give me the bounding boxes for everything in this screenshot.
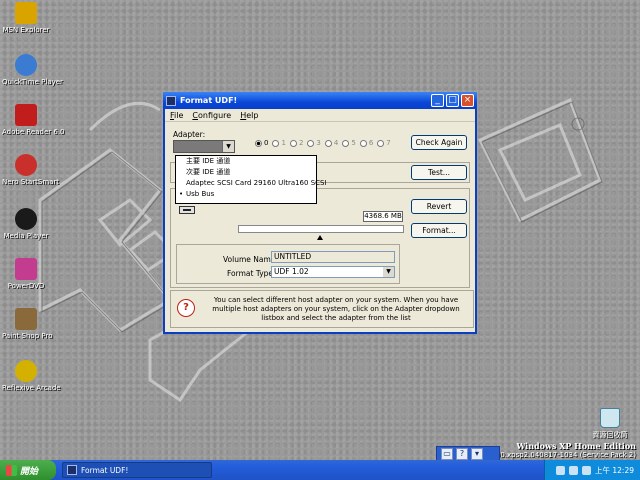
desktop-icon-paint-shop-pro[interactable]: Paint Shop Pro [2,308,52,340]
volume-group: Volume Name: UNTITLED Format Type: UDF 1… [176,244,400,284]
taskbar-item-format-udf[interactable]: Format UDF! [62,462,212,478]
radio-id-5[interactable]: 5 [342,139,356,147]
close-button[interactable]: × [461,94,474,107]
radio-dot [359,139,367,147]
volume-name-label: Volume Name: [223,255,278,264]
powerdvd-icon [15,258,37,280]
desktop-icon-powerdvd[interactable]: PowerDVD [2,258,50,290]
app-icon [166,95,176,106]
adapter-option[interactable]: 主要 IDE 通道 [176,156,316,167]
radio-dot [377,139,385,147]
question-mark-icon: ? [177,299,195,317]
recycle-bin-icon [600,408,620,428]
format-type-label: Format Type: [227,269,276,278]
reflexive-arcade-icon [15,360,37,382]
adapter-option-selected[interactable]: • Usb Bus [176,189,316,200]
radio-dot [342,139,350,147]
radio-id-2[interactable]: 2 [289,139,303,147]
keyboard-icon[interactable]: ▭ [441,448,453,460]
desktop-icon-nero[interactable]: Nero StartSmart [2,154,59,186]
desktop-icon-media-player[interactable]: Media Player [2,208,50,240]
adapter-select[interactable]: ▼ [173,140,235,153]
paint-shop-pro-icon [15,308,37,330]
adobe-reader-icon [15,104,37,126]
radio-id-6[interactable]: 6 [359,139,373,147]
test-button[interactable]: Test... [411,165,467,180]
system-tray: 上午 12:29 [544,460,640,480]
menu-help[interactable]: Help [240,111,258,120]
menu-file[interactable]: File [170,111,183,120]
help-text: You can select different host adapter on… [212,296,460,322]
security-icon[interactable] [582,465,591,475]
revert-button[interactable]: Revert [411,199,467,214]
start-button[interactable]: 開始 [0,460,56,480]
adapter-option[interactable]: 次要 IDE 通道 [176,167,316,178]
caret-up-icon [317,235,323,240]
app-icon [67,465,77,475]
title-bar[interactable]: Format UDF! _ □ × [163,92,477,109]
help-panel: ? You can select different host adapter … [170,290,474,328]
radio-dot [324,139,332,147]
radio-id-7[interactable]: 7 [377,139,391,147]
radio-dot [255,139,262,147]
chevron-down-icon[interactable]: ▼ [383,267,394,277]
volume-icon[interactable] [569,465,578,475]
msn-explorer-icon [15,2,37,24]
format-udf-window: Format UDF! _ □ × File Configure Help Ad… [163,92,477,334]
adapter-option[interactable]: Adaptec SCSI Card 29160 Ultra160 SCSI [176,178,327,189]
scsi-id-radio-group: 0 1 2 3 4 5 6 7 [255,139,391,147]
format-button[interactable]: Format... [411,223,467,238]
radio-id-1[interactable]: 1 [272,139,286,147]
capacity-bar [238,225,404,233]
volume-name-field[interactable]: UNTITLED [271,251,395,263]
radio-dot [307,139,315,147]
adapter-label: Adapter: [173,130,206,139]
check-again-button[interactable]: Check Again [411,135,467,150]
nero-icon [15,154,37,176]
clock[interactable]: 上午 12:29 [595,465,634,476]
minimize-button[interactable]: _ [431,94,444,107]
desktop-icon-msn-explorer[interactable]: MSN Explorer [2,2,50,34]
network-icon[interactable] [556,465,565,475]
desktop-icon-adobe-reader[interactable]: Adobe Reader 6.0 [2,104,65,136]
desktop-icon-reflexive-arcade[interactable]: Reflexive Arcade [2,360,61,392]
chevron-down-icon[interactable]: ▼ [222,141,234,152]
capacity-readout: 4368.6 MB [363,211,403,222]
desktop-icon-recycle-bin[interactable]: 資源回收筒 [590,408,630,440]
options-icon[interactable]: ▾ [471,448,483,460]
taskbar: 開始 Format UDF! 上午 12:29 [0,460,640,480]
desktop-icon-quicktime[interactable]: QuickTime Player [2,54,63,86]
maximize-button[interactable]: □ [446,94,459,107]
quicktime-icon [15,54,37,76]
radio-id-0[interactable]: 0 [255,139,268,147]
radio-dot [272,139,280,147]
media-player-icon [15,208,37,230]
radio-dot [289,139,297,147]
window-title: Format UDF! [180,96,238,105]
radio-id-3[interactable]: 3 [307,139,321,147]
format-type-select[interactable]: UDF 1.02 ▼ [271,266,395,278]
radio-id-4[interactable]: 4 [324,139,338,147]
adapter-dropdown-list: 主要 IDE 通道 次要 IDE 通道 Adaptec SCSI Card 29… [175,155,327,204]
windows-logo-icon [6,464,17,476]
menu-bar: File Configure Help [165,109,475,122]
menu-configure[interactable]: Configure [192,111,231,120]
help-icon[interactable]: ? [456,448,468,460]
bullet-icon: • [179,190,184,198]
drive-icon [179,206,195,214]
